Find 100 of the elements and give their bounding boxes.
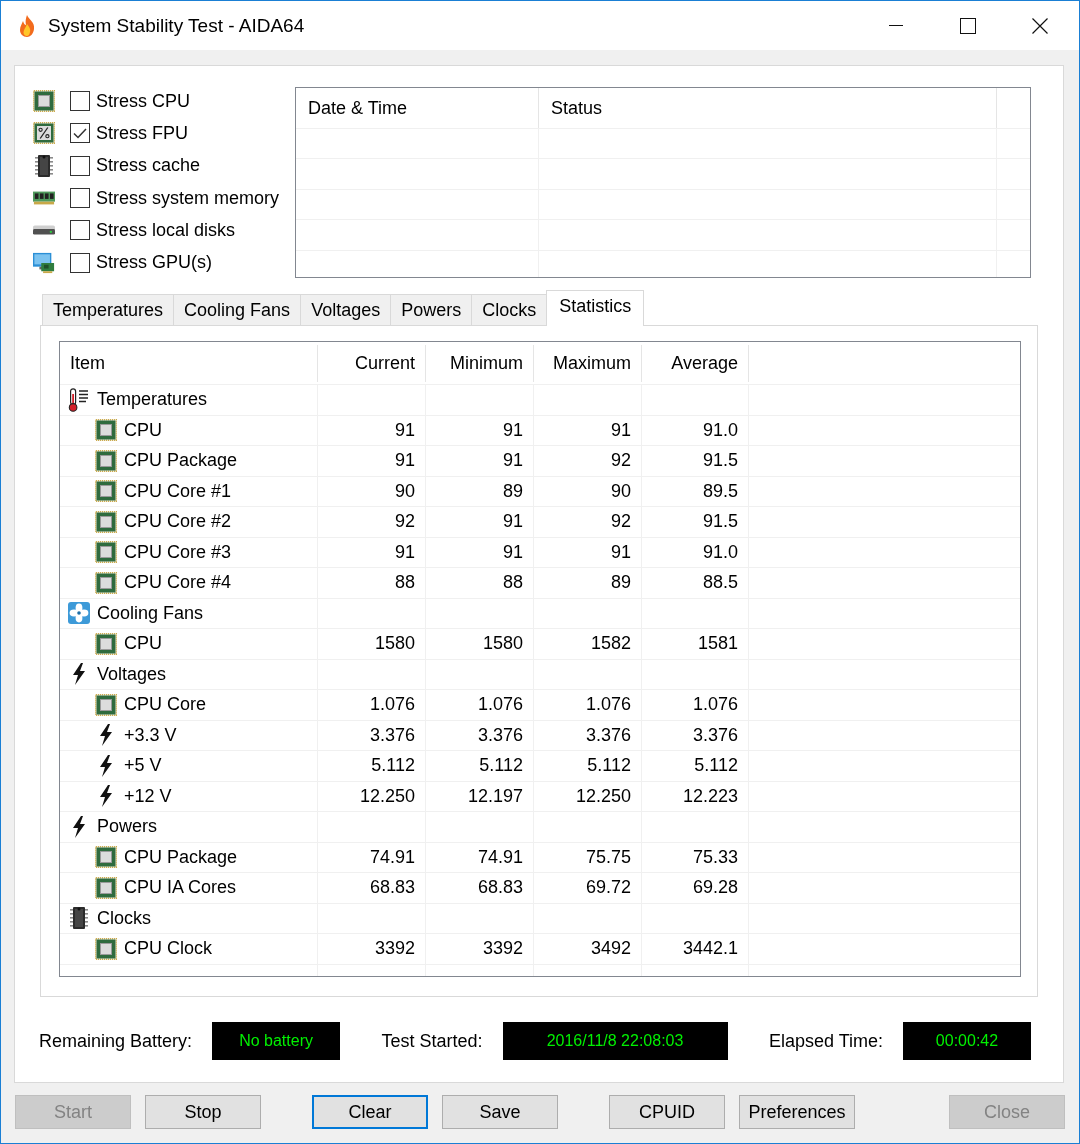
table-cell: 12.250 xyxy=(318,781,426,811)
group-label[interactable]: Voltages xyxy=(97,663,167,685)
chip-icon xyxy=(95,846,117,869)
column-header[interactable]: Item xyxy=(60,345,318,382)
checkmark-icon xyxy=(73,127,87,139)
group-label[interactable]: Clocks xyxy=(97,907,151,929)
maximize-icon xyxy=(960,17,976,34)
thermometer-icon xyxy=(68,387,90,412)
table-cell: 1.076 xyxy=(318,690,426,720)
drive-icon xyxy=(33,225,55,236)
checkbox[interactable] xyxy=(70,220,90,241)
column-header[interactable]: Current xyxy=(318,345,426,382)
table-cell: 91 xyxy=(426,537,534,567)
lightning-icon xyxy=(99,724,113,747)
table-cell: 3.376 xyxy=(642,720,749,750)
checkbox[interactable] xyxy=(70,123,90,144)
tab[interactable]: Cooling Fans xyxy=(173,294,302,325)
table-cell: 12.223 xyxy=(642,781,749,811)
checkbox-label[interactable]: Stress CPU xyxy=(96,90,191,112)
table-cell: 1580 xyxy=(426,629,534,659)
table-cell: 88.5 xyxy=(642,568,749,598)
checkbox[interactable] xyxy=(70,252,90,273)
chip-icon xyxy=(95,510,117,533)
table-cell: 5.112 xyxy=(642,751,749,781)
column-header[interactable]: Status xyxy=(539,88,997,128)
row-label[interactable]: +12 V xyxy=(124,785,172,807)
table-cell: 91.0 xyxy=(642,415,749,445)
chip-icon xyxy=(95,541,117,564)
percent-chip-icon xyxy=(33,122,55,145)
table-cell: 91.5 xyxy=(642,446,749,476)
tab[interactable]: Clocks xyxy=(471,294,548,325)
table-cell: 91 xyxy=(426,446,534,476)
lightning-icon xyxy=(72,663,86,686)
table-cell: 3442.1 xyxy=(642,934,749,964)
column-header[interactable]: Average xyxy=(642,345,749,382)
table-cell: 91.0 xyxy=(642,537,749,567)
status-label: Test Started: xyxy=(381,1030,483,1052)
checkbox-label[interactable]: Stress FPU xyxy=(96,122,188,144)
table-cell: 75.33 xyxy=(642,842,749,872)
group-label[interactable]: Cooling Fans xyxy=(97,602,204,624)
dialog-button[interactable]: Stop xyxy=(145,1095,261,1129)
tab[interactable]: Voltages xyxy=(300,294,392,325)
table-cell: 89 xyxy=(426,476,534,506)
row-label[interactable]: CPU Package xyxy=(124,450,238,472)
table-cell: 91 xyxy=(426,415,534,445)
checkbox-label[interactable]: Stress system memory xyxy=(96,187,280,209)
group-label[interactable]: Temperatures xyxy=(97,389,208,411)
status-readout: No battery xyxy=(212,1022,341,1060)
chip-icon xyxy=(95,937,117,960)
ic-chip-icon xyxy=(69,906,89,931)
table-cell: 1.076 xyxy=(642,690,749,720)
checkbox-label[interactable]: Stress local disks xyxy=(96,219,236,241)
table-cell: 74.91 xyxy=(426,842,534,872)
row-label[interactable]: CPU xyxy=(124,419,162,441)
table-cell: 1.076 xyxy=(426,690,534,720)
ic-chip-icon xyxy=(34,153,54,178)
checkbox[interactable] xyxy=(70,91,90,112)
row-label[interactable]: CPU IA Cores xyxy=(124,877,237,899)
dialog-button[interactable]: Clear xyxy=(312,1095,428,1129)
table-cell: 68.83 xyxy=(426,873,534,903)
dialog-button[interactable]: CPUID xyxy=(609,1095,725,1129)
table-cell: 91 xyxy=(318,446,426,476)
table-cell: 1582 xyxy=(534,629,642,659)
row-label[interactable]: +3.3 V xyxy=(124,724,177,746)
checkbox[interactable] xyxy=(70,155,90,176)
tab[interactable]: Powers xyxy=(390,294,473,325)
row-label[interactable]: CPU Core #4 xyxy=(124,572,232,594)
row-label[interactable]: CPU Package xyxy=(124,846,238,868)
row-label[interactable]: CPU Core #3 xyxy=(124,541,232,563)
chip-icon xyxy=(95,449,117,472)
checkbox-label[interactable]: Stress cache xyxy=(96,155,201,177)
dialog-button[interactable]: Preferences xyxy=(739,1095,855,1129)
table-cell: 92 xyxy=(534,446,642,476)
checkbox-label[interactable]: Stress GPU(s) xyxy=(96,252,212,274)
row-label[interactable]: CPU xyxy=(124,633,162,655)
table-cell: 91 xyxy=(318,415,426,445)
column-header[interactable]: Date & Time xyxy=(296,88,539,128)
lightning-icon xyxy=(99,754,113,777)
column-header[interactable]: Minimum xyxy=(426,345,534,382)
minimize-icon xyxy=(889,25,903,26)
row-label[interactable]: +5 V xyxy=(124,755,162,777)
row-label[interactable]: CPU Core xyxy=(124,694,207,716)
table-cell: 12.197 xyxy=(426,781,534,811)
table-cell: 3.376 xyxy=(318,720,426,750)
table-cell: 88 xyxy=(426,568,534,598)
tab[interactable]: Temperatures xyxy=(42,294,175,325)
group-label[interactable]: Powers xyxy=(97,816,158,838)
table-cell: 1.076 xyxy=(534,690,642,720)
monitor-card-icon xyxy=(33,250,55,275)
column-header[interactable]: Maximum xyxy=(534,345,642,382)
status-label: Elapsed Time: xyxy=(768,1030,883,1052)
dialog-button[interactable]: Save xyxy=(442,1095,558,1129)
chip-icon xyxy=(95,419,117,442)
tab[interactable]: Statistics xyxy=(546,290,645,326)
row-label[interactable]: CPU Core #2 xyxy=(124,511,232,533)
row-label[interactable]: CPU Core #1 xyxy=(124,480,232,502)
checkbox[interactable] xyxy=(70,188,90,209)
chip-icon xyxy=(95,632,117,655)
row-label[interactable]: CPU Clock xyxy=(124,938,212,960)
flame-icon xyxy=(17,13,37,38)
